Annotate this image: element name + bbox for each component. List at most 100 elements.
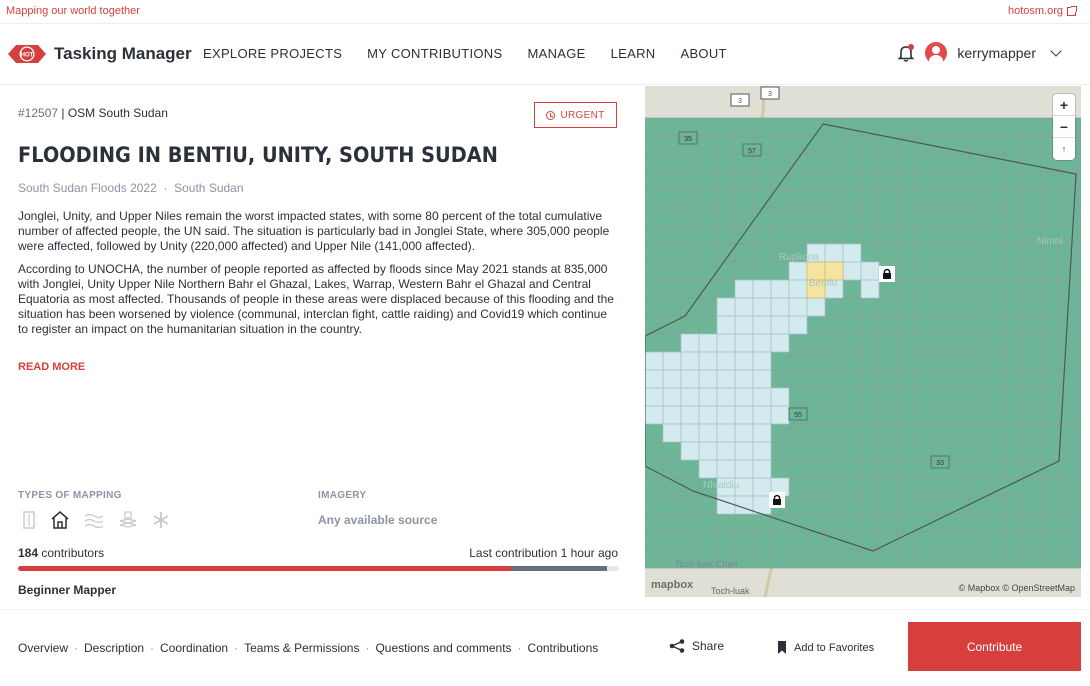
- mapped-task-cell[interactable]: [752, 333, 772, 353]
- nav-about[interactable]: ABOUT: [680, 46, 726, 61]
- mapped-task-cell[interactable]: [698, 405, 718, 425]
- mapped-task-cell[interactable]: [716, 495, 736, 515]
- mapped-task-cell[interactable]: [680, 351, 700, 371]
- mapped-task-cell[interactable]: [698, 369, 718, 389]
- mapbox-logo[interactable]: mapbox: [651, 579, 693, 591]
- mapped-task-cell[interactable]: [788, 261, 808, 281]
- mapped-task-cell[interactable]: [770, 279, 790, 299]
- task-grid-map[interactable]: 3 3 35 57 55 33 Nimni Rupkona Bentiu Nhi…: [645, 86, 1081, 597]
- nav-explore-projects[interactable]: EXPLORE PROJECTS: [203, 46, 342, 61]
- mapped-task-cell[interactable]: [752, 441, 772, 461]
- mapped-task-cell[interactable]: [645, 351, 664, 371]
- zoom-out-button[interactable]: −: [1053, 116, 1075, 138]
- avatar[interactable]: [925, 42, 948, 64]
- contribute-button[interactable]: Contribute: [908, 622, 1081, 671]
- mapped-task-cell[interactable]: [698, 351, 718, 371]
- mapped-task-cell[interactable]: [734, 333, 754, 353]
- mapped-task-cell[interactable]: [680, 369, 700, 389]
- mapped-task-cell[interactable]: [645, 405, 664, 425]
- mapped-task-cell[interactable]: [752, 315, 772, 335]
- mapped-task-cell[interactable]: [716, 423, 736, 443]
- mapped-task-cell[interactable]: [752, 387, 772, 407]
- mapped-task-cell[interactable]: [680, 423, 700, 443]
- mapped-task-cell[interactable]: [734, 459, 754, 479]
- mapped-task-cell[interactable]: [734, 369, 754, 389]
- tab-teams-permissions[interactable]: Teams & Permissions: [244, 641, 359, 655]
- logo[interactable]: HOT Tasking Manager: [8, 42, 192, 66]
- tab-overview[interactable]: Overview: [18, 641, 68, 655]
- mapped-task-cell[interactable]: [842, 243, 862, 263]
- mapped-task-cell[interactable]: [860, 279, 880, 299]
- mapped-task-cell[interactable]: [662, 423, 682, 443]
- mapped-task-cell[interactable]: [680, 441, 700, 461]
- hotosm-link[interactable]: hotosm.org: [1008, 5, 1077, 17]
- mapped-task-cell[interactable]: [752, 477, 772, 497]
- mapped-task-cell[interactable]: [645, 387, 664, 407]
- tab-questions-comments[interactable]: Questions and comments: [375, 641, 511, 655]
- nav-my-contributions[interactable]: MY CONTRIBUTIONS: [367, 46, 502, 61]
- mapped-task-cell[interactable]: [752, 297, 772, 317]
- mapped-task-cell[interactable]: [716, 405, 736, 425]
- mapped-task-cell[interactable]: [734, 423, 754, 443]
- mapped-task-cell[interactable]: [680, 387, 700, 407]
- compass-button[interactable]: ↑: [1053, 138, 1075, 160]
- mapped-task-cell[interactable]: [788, 315, 808, 335]
- mapped-task-cell[interactable]: [662, 405, 682, 425]
- read-more-link[interactable]: READ MORE: [18, 361, 85, 373]
- add-to-favorites-button[interactable]: Add to Favorites: [777, 641, 874, 654]
- mapped-task-cell[interactable]: [734, 315, 754, 335]
- mapped-task-cell[interactable]: [788, 279, 808, 299]
- mapped-task-cell[interactable]: [662, 387, 682, 407]
- mapped-task-cell[interactable]: [860, 261, 880, 281]
- mapped-task-cell[interactable]: [716, 459, 736, 479]
- mapped-task-cell[interactable]: [734, 387, 754, 407]
- nav-learn[interactable]: LEARN: [611, 46, 656, 61]
- mapped-task-cell[interactable]: [716, 351, 736, 371]
- tab-contributions[interactable]: Contributions: [528, 641, 599, 655]
- mapped-task-cell[interactable]: [680, 333, 700, 353]
- zoom-in-button[interactable]: +: [1053, 94, 1075, 116]
- notification-bell-icon[interactable]: [897, 43, 915, 63]
- country-tag[interactable]: South Sudan: [174, 181, 243, 195]
- mapped-task-cell[interactable]: [734, 297, 754, 317]
- mapped-task-cell[interactable]: [752, 351, 772, 371]
- tab-coordination[interactable]: Coordination: [160, 641, 228, 655]
- chevron-down-icon[interactable]: [1050, 45, 1062, 57]
- mapped-task-cell[interactable]: [698, 459, 718, 479]
- mapped-task-cell[interactable]: [824, 243, 844, 263]
- mapped-task-cell[interactable]: [752, 405, 772, 425]
- share-button[interactable]: Share: [669, 639, 724, 653]
- mapped-task-cell[interactable]: [698, 441, 718, 461]
- mapped-task-cell[interactable]: [734, 279, 754, 299]
- map-attribution[interactable]: © Mapbox © OpenStreetMap: [959, 583, 1075, 593]
- mapped-task-cell[interactable]: [770, 315, 790, 335]
- hotosm-link-label[interactable]: hotosm.org: [1008, 5, 1063, 17]
- task-map[interactable]: 3 3 35 57 55 33 Nimni Rupkona Bentiu Nhi…: [645, 86, 1081, 597]
- mapped-task-cell[interactable]: [716, 369, 736, 389]
- nav-manage[interactable]: MANAGE: [527, 46, 585, 61]
- mapped-task-cell[interactable]: [716, 441, 736, 461]
- contributors-count[interactable]: 184 contributors: [18, 546, 104, 560]
- mapped-task-cell[interactable]: [752, 459, 772, 479]
- mapped-task-cell[interactable]: [716, 387, 736, 407]
- mapped-task-cell[interactable]: [734, 495, 754, 515]
- project-progress-bar[interactable]: [18, 566, 619, 571]
- mapped-task-cell[interactable]: [716, 333, 736, 353]
- project-organisation[interactable]: OSM South Sudan: [68, 106, 168, 120]
- mapped-task-cell[interactable]: [716, 297, 736, 317]
- mapped-task-cell[interactable]: [734, 441, 754, 461]
- project-id[interactable]: #12507: [18, 106, 58, 120]
- username[interactable]: kerrymapper: [957, 45, 1036, 61]
- mapped-task-cell[interactable]: [752, 279, 772, 299]
- mapped-task-cell[interactable]: [770, 333, 790, 353]
- mapped-task-cell[interactable]: [734, 351, 754, 371]
- mapped-task-cell[interactable]: [770, 297, 790, 317]
- mapped-task-cell[interactable]: [698, 423, 718, 443]
- mapped-task-cell[interactable]: [698, 387, 718, 407]
- campaign-tag[interactable]: South Sudan Floods 2022: [18, 181, 157, 195]
- tab-description[interactable]: Description: [84, 641, 144, 655]
- mapped-task-cell[interactable]: [680, 405, 700, 425]
- mapped-task-cell[interactable]: [645, 369, 664, 389]
- mapped-task-cell[interactable]: [698, 333, 718, 353]
- mapped-task-cell[interactable]: [806, 297, 826, 317]
